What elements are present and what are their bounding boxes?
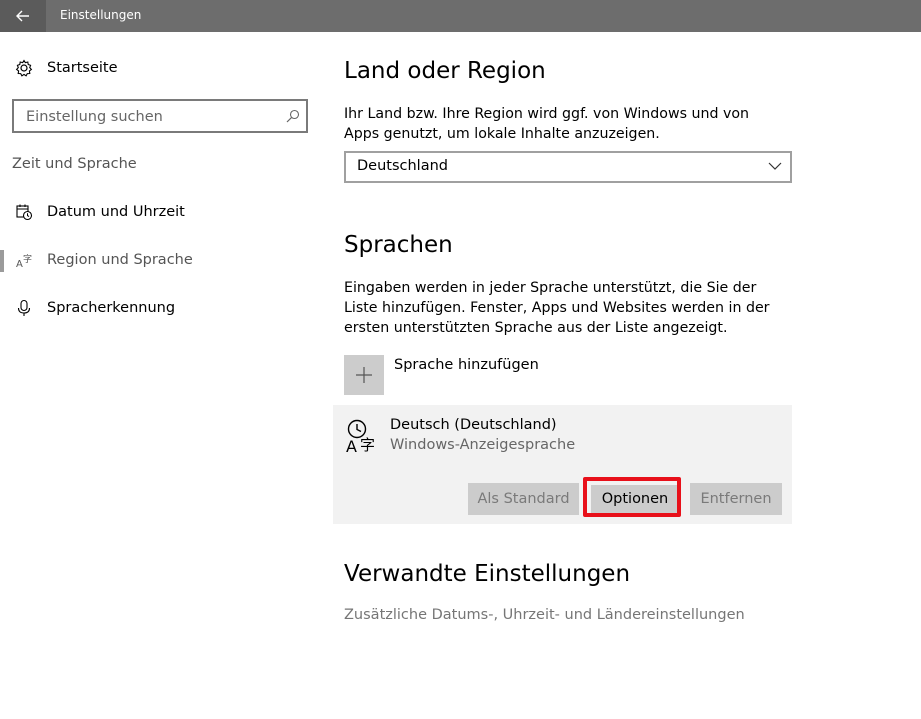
add-language-label[interactable]: Sprache hinzufügen [394, 357, 539, 373]
settings-search-box[interactable] [12, 99, 308, 133]
microphone-icon [17, 299, 31, 316]
sidebar-item-datum-uhrzeit[interactable]: Datum und Uhrzeit [0, 192, 320, 232]
sidebar-home-label: Startseite [47, 60, 118, 76]
chevron-down-icon [768, 162, 782, 170]
region-language-icon: A 字 [16, 253, 32, 269]
calendar-clock-icon [16, 204, 33, 221]
window-title: Einstellungen [60, 8, 142, 22]
add-language-button[interactable] [344, 355, 384, 395]
set-default-button[interactable]: Als Standard [468, 483, 579, 515]
title-bar: Einstellungen [0, 0, 921, 32]
country-dropdown[interactable]: Deutschland [344, 151, 792, 183]
back-arrow-icon [16, 10, 29, 22]
search-icon [286, 109, 300, 123]
svg-text:字: 字 [360, 436, 375, 453]
language-name: Deutsch (Deutschland) [390, 417, 557, 433]
country-dropdown-value: Deutschland [357, 158, 448, 174]
options-highlight-frame [583, 477, 681, 517]
plus-icon [356, 367, 372, 383]
sidebar-item-label: Spracherkennung [47, 300, 176, 316]
languages-description: Eingaben werden in jeder Sprache unterst… [344, 280, 770, 336]
sidebar-home[interactable]: Startseite [0, 48, 320, 88]
sidebar-item-region-sprache[interactable]: A 字 Region und Sprache [0, 240, 320, 280]
sidebar-section-label: Zeit und Sprache [12, 156, 137, 172]
sidebar-item-spracherkennung[interactable]: Spracherkennung [0, 288, 320, 328]
language-entry-card[interactable]: A 字 Deutsch (Deutschland) Windows-Anzeig… [333, 405, 792, 524]
language-clock-icon: A 字 [346, 419, 375, 453]
sidebar-item-label: Region und Sprache [47, 252, 193, 268]
back-button[interactable] [0, 0, 46, 32]
search-input[interactable] [24, 106, 278, 128]
related-settings-heading: Verwandte Einstellungen [344, 561, 631, 587]
gear-icon [15, 59, 33, 77]
related-settings-link[interactable]: Zusätzliche Datums-, Uhrzeit- und Länder… [344, 607, 745, 623]
region-description: Ihr Land bzw. Ihre Region wird ggf. von … [344, 106, 750, 142]
svg-text:字: 字 [23, 253, 32, 265]
svg-text:A: A [16, 259, 23, 269]
sidebar-item-label: Datum und Uhrzeit [47, 204, 185, 220]
remove-button[interactable]: Entfernen [690, 483, 782, 515]
languages-heading: Sprachen [344, 232, 453, 258]
region-heading: Land oder Region [344, 58, 546, 84]
svg-text:A: A [346, 437, 357, 453]
language-subtitle: Windows-Anzeigesprache [390, 437, 576, 453]
